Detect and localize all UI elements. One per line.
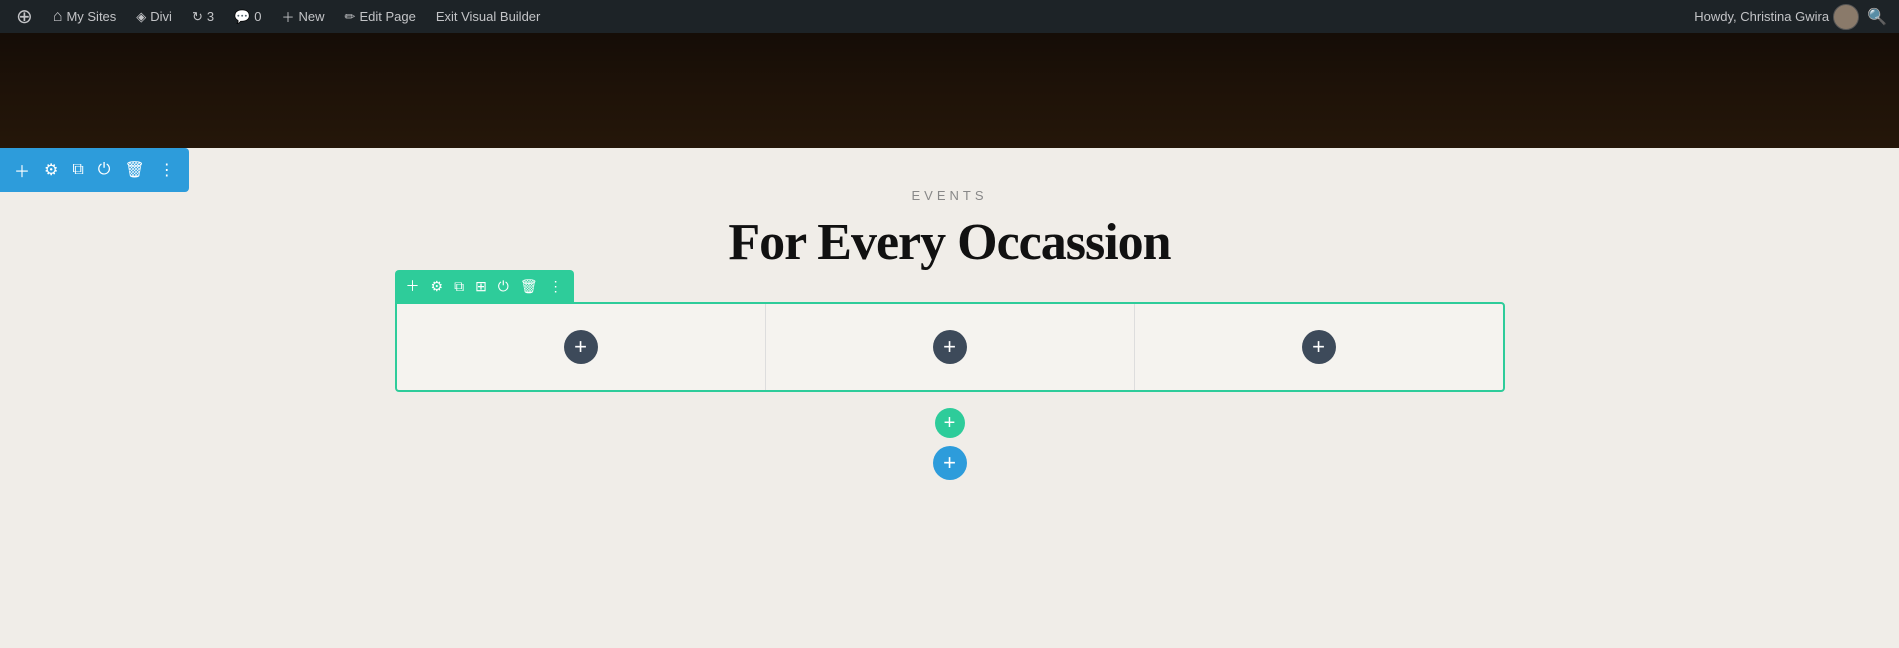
- divi-menu[interactable]: ◈ Divi: [128, 0, 180, 33]
- divi-label: Divi: [150, 9, 172, 24]
- home-icon: ⌂: [53, 8, 63, 26]
- row-trash-icon[interactable]: 🗑: [517, 275, 541, 298]
- avatar[interactable]: [1833, 4, 1859, 30]
- column-2: +: [766, 304, 1135, 390]
- column-3: +: [1135, 304, 1503, 390]
- updates-menu[interactable]: ↻ 3: [184, 0, 222, 33]
- comments-count: 0: [254, 9, 261, 24]
- divi-icon: ◈: [136, 9, 146, 25]
- update-count: 3: [207, 9, 214, 24]
- column-1: +: [397, 304, 766, 390]
- row-more-icon[interactable]: ⋮: [546, 275, 566, 298]
- add-row-button[interactable]: +: [935, 408, 965, 438]
- section-more-icon[interactable]: ⋮: [155, 156, 179, 184]
- pencil-icon: ✏: [345, 9, 356, 25]
- admin-bar-right: Howdy, Christina Gwira 🔍: [1694, 3, 1891, 31]
- plus-icon: ＋: [282, 7, 295, 26]
- add-module-button-col3[interactable]: +: [1302, 330, 1336, 364]
- hero-banner: [0, 33, 1899, 148]
- updates-icon: ↻: [192, 9, 203, 25]
- my-sites-menu[interactable]: ⌂ My Sites: [45, 0, 125, 33]
- add-section-button[interactable]: +: [933, 446, 967, 480]
- my-sites-label: My Sites: [66, 9, 116, 24]
- howdy-label: Howdy, Christina Gwira: [1694, 9, 1829, 24]
- row-columns-icon[interactable]: ⊞: [472, 275, 490, 298]
- wordpress-logo-icon[interactable]: ⊕: [8, 0, 41, 33]
- section-trash-icon[interactable]: 🗑: [120, 156, 148, 184]
- edit-page-label: Edit Page: [359, 9, 415, 24]
- section-add-icon[interactable]: ＋: [10, 154, 34, 186]
- row-settings-icon[interactable]: ⚙: [428, 275, 447, 298]
- three-col-row: + + +: [395, 302, 1505, 392]
- comments-icon: 💬: [234, 9, 250, 25]
- row-copy-icon[interactable]: ⧉: [451, 275, 467, 298]
- comments-menu[interactable]: 💬 0: [226, 0, 269, 33]
- exit-builder-label: Exit Visual Builder: [436, 9, 541, 24]
- section-copy-icon[interactable]: ⧉: [68, 157, 87, 183]
- row-toolbar: ＋ ⚙ ⧉ ⊞ ⏻ 🗑 ⋮: [395, 270, 574, 302]
- section-settings-icon[interactable]: ⚙: [40, 156, 62, 184]
- section-label: EVENTS: [911, 188, 987, 203]
- content-area: EVENTS For Every Occassion ＋ ⚙ ⧉ ⊞ ⏻ 🗑 ⋮…: [0, 148, 1899, 480]
- new-content-menu[interactable]: ＋ New: [274, 0, 333, 33]
- edit-page-button[interactable]: ✏ Edit Page: [337, 0, 424, 33]
- below-row-buttons: + +: [933, 398, 967, 480]
- row-power-icon[interactable]: ⏻: [495, 275, 512, 298]
- admin-bar: ⊕ ⌂ My Sites ◈ Divi ↻ 3 💬 0 ＋ New ✏ Edit…: [0, 0, 1899, 33]
- row-container: ＋ ⚙ ⧉ ⊞ ⏻ 🗑 ⋮ + + +: [395, 302, 1505, 392]
- exit-builder-button[interactable]: Exit Visual Builder: [428, 0, 549, 33]
- search-icon[interactable]: 🔍: [1863, 3, 1891, 31]
- row-add-icon[interactable]: ＋: [403, 273, 423, 299]
- section-heading: For Every Occassion: [728, 213, 1170, 272]
- new-label: New: [299, 9, 325, 24]
- section-power-icon[interactable]: ⏻: [94, 157, 115, 183]
- add-module-button-col2[interactable]: +: [933, 330, 967, 364]
- section-toolbar: ＋ ⚙ ⧉ ⏻ 🗑 ⋮: [0, 148, 189, 192]
- add-module-button-col1[interactable]: +: [564, 330, 598, 364]
